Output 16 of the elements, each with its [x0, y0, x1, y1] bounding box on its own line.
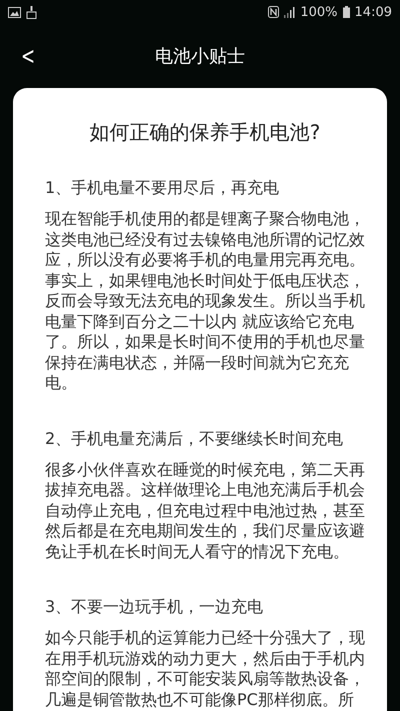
battery-icon: [342, 6, 350, 18]
section-paragraph: 很多小伙伴喜欢在睡觉的时候充电，第二天再拔掉充电器。这样做理论上电池充满后手机会自动停止充电，但充电过程中电池过热，甚至然后都是在充电期间发生的，我们尽量应该避免让手机在长时间无人看守的情况下充电。: [45, 460, 366, 562]
section-paragraph: 如今只能手机的运算能力已经十分强大了，现在用手机玩游戏的动力更大，然后由于手机内部空间的限制，不可能安装风扇等散热设备，几遍是铜管散热也不可能像PC那样彻底。所: [45, 628, 366, 710]
signal-icon: [284, 6, 296, 18]
section-heading: 2、手机电量充满后，不要继续长时间充电: [45, 428, 344, 448]
section-paragraph: 现在智能手机使用的都是锂离子聚合物电池，这类电池已经没有过去镍铬电池所谓的记忆效应，所以没有必要将手机的电量用完再充电。事实上，如果锂电池长时间处于低电压状态，反而会导致无法充电的现象发生。所以当手机电量下降到百分之二十以内 就应该给它充电了。所以，如果是长时间不使用的手机也尽量保持在满电状态，并隔一段时间就为它充充电。: [45, 209, 366, 394]
nfc-icon: [268, 6, 280, 18]
section-heading: 1、手机电量不要用尽后，再充电: [45, 177, 280, 198]
battery-percentage: 100%: [300, 4, 338, 20]
back-button[interactable]: <: [14, 42, 42, 70]
article-title: 如何正确的保养手机电池?: [88, 120, 322, 144]
image-icon: [8, 6, 21, 18]
clock: 14:09: [354, 4, 392, 20]
broom-icon: [26, 6, 37, 18]
page-title: 电池小贴士: [155, 45, 245, 68]
section-heading: 3、不要一边玩手机，一边充电: [45, 596, 264, 617]
